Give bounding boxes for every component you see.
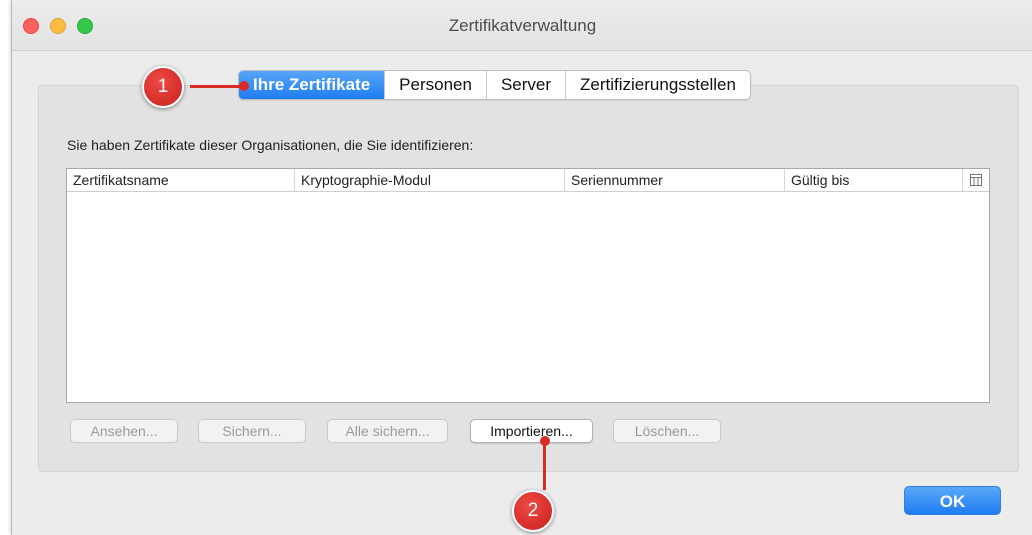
tab-authorities[interactable]: Zertifizierungsstellen [566, 71, 750, 99]
column-picker-icon[interactable] [963, 169, 989, 191]
annotation-dot-1 [239, 81, 249, 91]
annotation-marker-1: 1 [142, 66, 184, 108]
tab-people[interactable]: Personen [385, 71, 487, 99]
tab-your-certificates[interactable]: Ihre Zertifikate [239, 71, 386, 99]
delete-button[interactable]: Löschen... [613, 419, 721, 443]
annotation-connector-1 [190, 85, 245, 88]
annotation-connector-2 [543, 440, 546, 490]
backup-all-button[interactable]: Alle sichern... [327, 419, 448, 443]
certificate-manager-window: Zertifikatverwaltung Ihre Zertifikate Pe… [11, 0, 1032, 535]
column-header-serial-number[interactable]: Seriennummer [565, 169, 785, 191]
annotation-marker-2: 2 [512, 490, 554, 532]
ok-button[interactable]: OK [904, 486, 1001, 515]
annotation-dot-2 [540, 436, 550, 446]
certificate-table[interactable]: Zertifikatsname Kryptographie-Modul Seri… [66, 168, 990, 403]
backup-button[interactable]: Sichern... [198, 419, 306, 443]
tab-bar: Ihre Zertifikate Personen Server Zertifi… [238, 70, 751, 100]
column-header-crypto-module[interactable]: Kryptographie-Modul [295, 169, 565, 191]
column-header-certificate-name[interactable]: Zertifikatsname [67, 169, 295, 191]
tab-servers[interactable]: Server [487, 71, 567, 99]
window-title: Zertifikatverwaltung [448, 16, 597, 35]
import-button[interactable]: Importieren... [470, 419, 593, 443]
title-bar: Zertifikatverwaltung [12, 0, 1032, 51]
column-header-valid-until[interactable]: Gültig bis [785, 169, 963, 191]
table-header: Zertifikatsname Kryptographie-Modul Seri… [67, 169, 989, 192]
view-button[interactable]: Ansehen... [70, 419, 178, 443]
description-text: Sie haben Zertifikate dieser Organisatio… [67, 137, 474, 153]
